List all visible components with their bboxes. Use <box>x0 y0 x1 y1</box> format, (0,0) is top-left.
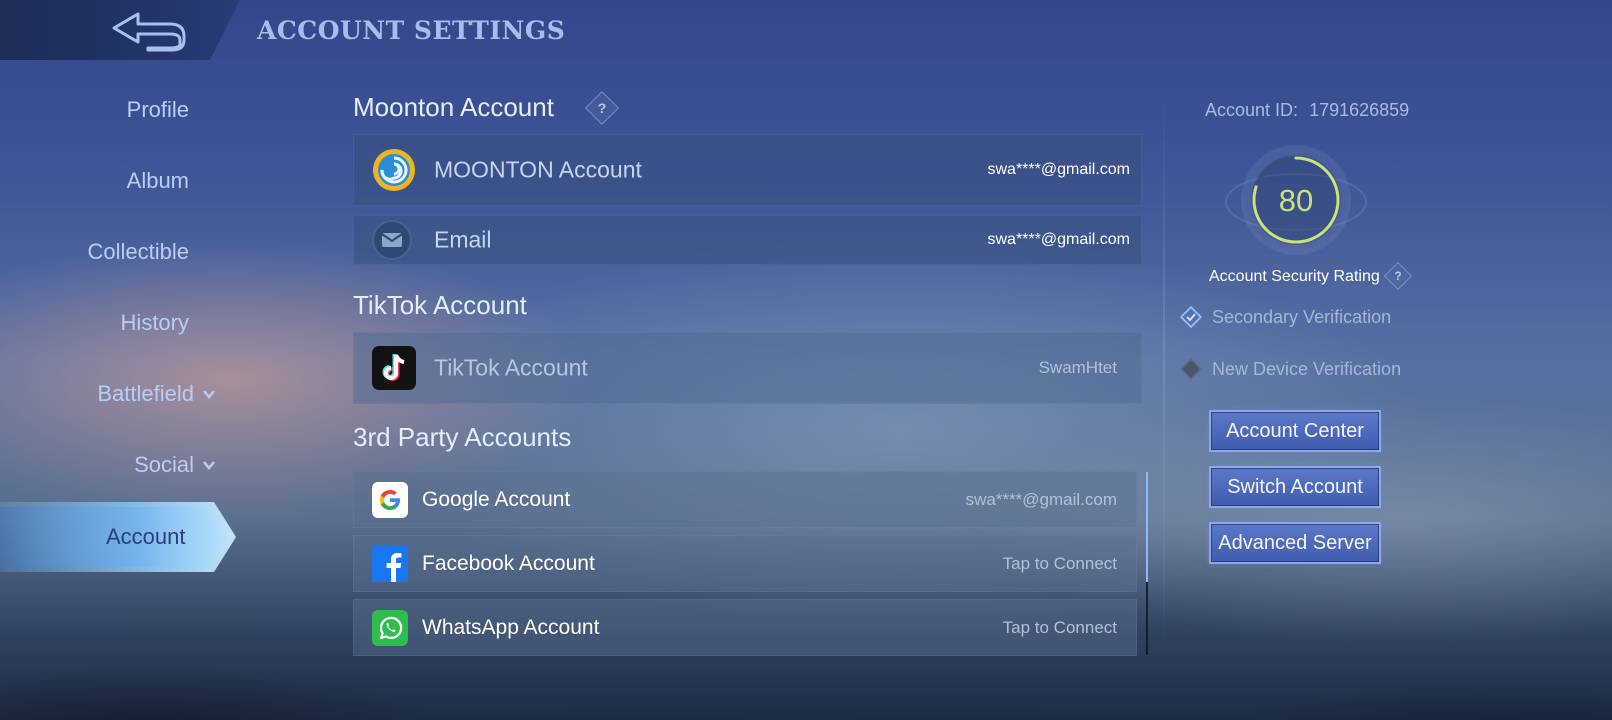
sidebar-item-label: Account <box>106 524 186 549</box>
moonton-logo-icon <box>373 149 415 191</box>
sidebar-item-social[interactable]: Social <box>134 452 216 478</box>
row-value: swa****@gmail.com <box>965 489 1117 509</box>
whatsapp-account-row[interactable]: WhatsApp Account Tap to Connect <box>353 599 1137 656</box>
chevron-down-icon <box>203 390 215 399</box>
verification-label: Secondary Verification <box>1212 306 1392 327</box>
facebook-account-row[interactable]: Facebook Account Tap to Connect <box>353 535 1137 592</box>
account-id-label: Account ID: <box>1205 100 1299 120</box>
row-value: swa****@gmail.com <box>987 231 1130 248</box>
page-title: ACCOUNT SETTINGS <box>257 16 566 45</box>
row-value: SwamHtet <box>1038 358 1117 377</box>
whatsapp-icon <box>372 609 408 646</box>
help-icon: ? <box>1394 269 1402 283</box>
section-title-moonton: Moonton Account <box>353 92 554 122</box>
facebook-icon <box>372 545 408 582</box>
security-help-button[interactable]: ? <box>1383 261 1413 291</box>
secondary-verification-toggle[interactable]: Secondary Verification <box>1180 306 1391 328</box>
email-row[interactable]: Email swa****@gmail.com <box>353 215 1142 265</box>
sidebar-item-album[interactable]: Album <box>127 168 189 194</box>
verification-label: New Device Verification <box>1212 358 1402 379</box>
row-label: WhatsApp Account <box>422 615 600 639</box>
sidebar-item-label: Battlefield <box>97 381 194 406</box>
row-label: TikTok Account <box>434 354 588 381</box>
section-title-tiktok: TikTok Account <box>353 290 527 320</box>
row-label: Google Account <box>422 487 571 511</box>
sidebar-item-history[interactable]: History <box>121 310 189 336</box>
help-icon: ? <box>597 100 607 116</box>
moonton-help-button[interactable]: ? <box>585 91 619 125</box>
advanced-server-button[interactable]: Advanced Server <box>1209 522 1381 564</box>
sidebar-item-label: Social <box>134 452 194 477</box>
sidebar-item-collectible[interactable]: Collectible <box>88 239 190 265</box>
checked-diamond-icon <box>1180 306 1202 328</box>
sidebar-item-label: Collectible <box>87 239 190 264</box>
row-label: MOONTON Account <box>434 156 642 183</box>
row-value: Tap to Connect <box>1002 617 1117 637</box>
new-device-verification-toggle[interactable]: New Device Verification <box>1180 358 1401 380</box>
sidebar-item-label: Album <box>126 168 189 193</box>
row-label: Email <box>434 226 492 253</box>
sidebar-item-label: History <box>120 310 189 335</box>
tiktok-icon <box>372 346 416 390</box>
row-label: Facebook Account <box>422 551 595 575</box>
tiktok-account-row[interactable]: TikTok Account SwamHtet <box>353 332 1142 404</box>
security-rating-label: Account Security Rating <box>1209 268 1380 285</box>
row-value: swa****@gmail.com <box>987 161 1130 178</box>
row-value: Tap to Connect <box>1002 553 1117 573</box>
sidebar-item-label: Profile <box>126 97 189 122</box>
switch-account-button[interactable]: Switch Account <box>1209 466 1381 508</box>
moonton-account-row[interactable]: MOONTON Account swa****@gmail.com <box>353 134 1142 206</box>
mail-icon <box>372 220 412 260</box>
account-id-value: 1791626859 <box>1309 100 1410 120</box>
sidebar-item-profile[interactable]: Profile <box>127 97 189 123</box>
account-center-button[interactable]: Account Center <box>1209 410 1381 452</box>
security-rating-value: 80 <box>1278 183 1314 218</box>
panel-divider <box>1163 90 1165 650</box>
sidebar-item-battlefield[interactable]: Battlefield <box>97 381 216 407</box>
scrollbar-thumb[interactable] <box>1146 472 1148 582</box>
account-id: Account ID: 1791626859 <box>1205 100 1409 121</box>
google-icon <box>372 481 408 518</box>
back-arrow-icon <box>112 12 186 52</box>
chevron-down-icon <box>203 461 215 470</box>
unchecked-diamond-icon <box>1180 358 1202 380</box>
google-account-row[interactable]: Google Account swa****@gmail.com <box>353 471 1137 528</box>
back-button[interactable] <box>108 8 188 52</box>
section-title-third-party: 3rd Party Accounts <box>353 422 572 452</box>
